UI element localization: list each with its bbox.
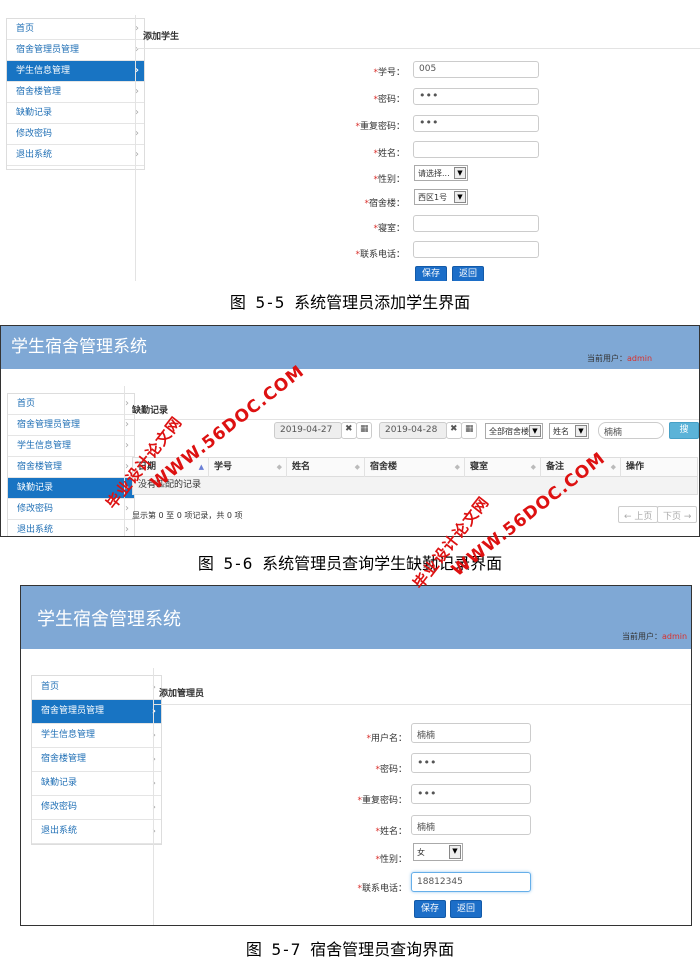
column-header-name[interactable]: 姓名 ◆ [287,458,365,477]
chevron-right-icon: › [125,440,129,451]
app-header: 学生宿舍管理系统 当前用户：admin [21,586,691,649]
name-label: 姓名： [379,827,407,837]
keyword-input[interactable]: 楠楠 [598,422,664,439]
app-header: 学生宿舍管理系统 当前用户：admin [1,326,699,369]
name-label: 姓名： [377,149,405,159]
phone-input[interactable] [413,241,539,258]
name-input[interactable] [413,141,539,158]
clear-date-to-button[interactable]: ✖ [446,422,462,439]
sidebar-item-home[interactable]: 首页 › [7,19,144,40]
sidebar-nav: 首页› 宿舍管理员管理› 学生信息管理› 宿舍楼管理› 缺勤记录› 修改密码› … [31,675,162,845]
phone-label: 联系电话： [361,884,407,894]
phone-input[interactable]: 18812345 [411,872,531,892]
sidebar-item-student-info[interactable]: 学生信息管理 › [8,436,134,457]
sidebar-item-absence[interactable]: 缺勤记录 › [7,103,144,124]
gender-select[interactable]: 女 ▼ [413,843,463,861]
column-header-building[interactable]: 宿舍楼 ◆ [365,458,465,477]
password-confirm-label: 重复密码： [359,122,405,132]
column-header-room[interactable]: 寝室 ◆ [465,458,541,477]
current-user: 当前用户：admin [587,354,653,363]
sidebar-item-home[interactable]: 首页 › [32,676,161,700]
figure-5-6-screenshot: 学生宿舍管理系统 当前用户：admin 首页 › 宿舍管理员管理 › 学生信息管理 ›… [0,325,700,537]
figure-5-7-screenshot: 学生宿舍管理系统 当前用户：admin 首页› 宿舍管理员管理› 学生信息管理›… [20,585,692,926]
username-input[interactable]: 楠楠 [411,723,531,743]
username-label: 用户名： [370,734,407,744]
figure-caption-5-6: 图 5-6 系统管理员查询学生缺勤记录界面 [197,554,503,573]
sidebar-item-absence[interactable]: 缺勤记录 › [32,772,161,796]
clear-date-from-button[interactable]: ✖ [341,422,357,439]
field-filter-select[interactable]: 姓名 ▼ [549,423,589,439]
back-button[interactable]: 返回 [450,900,483,918]
sidebar-item-dorm-admin[interactable]: 宿舍管理员管理› [7,40,144,61]
save-button[interactable]: 保存 [415,266,448,281]
building-select[interactable]: 西区1号 ▼ [414,189,468,205]
student-no-label: 学号： [377,68,405,78]
sidebar-item-change-password[interactable]: 修改密码 › [32,796,161,820]
sidebar-item-student-info[interactable]: 学生信息管理 › [7,61,144,82]
chevron-down-icon: ▼ [529,425,541,437]
sidebar-item-building[interactable]: 宿舍楼管理 › [32,748,161,772]
app-brand: 学生宿舍管理系统 [37,609,181,630]
panel-title: 缺勤记录 [132,406,169,416]
panel-title: 添加管理员 [159,689,205,699]
password-label: 密码： [377,95,405,105]
password-label: 密码： [379,765,407,775]
back-button[interactable]: 返回 [452,266,485,281]
password-confirm-label: 重复密码： [361,796,407,806]
figure-5-5-screenshot: 首页 › 宿舍管理员管理 › 学生信息管理 › 宿舍楼管理 › 缺勤记录 › 修改密码 › … [0,15,700,281]
table-header: 日期 ▲ 学号 ◆ 姓名 ◆ 宿舍楼 ◆ 寝室 ◆ 备注 ◆ 操作 [132,457,698,477]
sidebar-item-logout[interactable]: 退出系统 › [8,520,134,536]
sidebar-item-home[interactable]: 首页 › [8,394,134,415]
password-input[interactable]: ••• [413,88,539,105]
chevron-right-icon: › [125,524,129,535]
pager-info: 显示第 0 至 0 项记录，共 0 项 [132,511,243,520]
sidebar-item-dorm-admin[interactable]: 宿舍管理员管理› [8,415,134,436]
chevron-down-icon: ▼ [454,167,466,179]
date-from-input[interactable]: 2019-04-27 [274,422,342,439]
password-input[interactable]: ••• [411,753,531,773]
sidebar-item-building[interactable]: 宿舍楼管理 › [7,82,144,103]
column-header-student-no[interactable]: 学号 ◆ [209,458,287,477]
column-header-action: 操作 [626,462,645,472]
save-button[interactable]: 保存 [414,900,447,918]
figure-caption-5-7: 图 5-7 宿舍管理员查询界面 [245,940,455,958]
sidebar-nav: 首页› 宿舍管理员管理› 学生信息管理› 宿舍楼管理› 缺勤记录› 修改密码› … [7,393,135,536]
gender-label: 性别： [379,855,407,865]
app-brand: 学生宿舍管理系统 [11,337,147,357]
password-confirm-input[interactable]: ••• [413,115,539,132]
sidebar-nav: 首页› 宿舍管理员管理› 学生信息管理› 宿舍楼管理› 缺勤记录› 修改密码› … [6,18,145,170]
calendar-icon[interactable]: ▦ [356,422,372,439]
table-empty-row: 没有匹配的记录 [132,477,698,495]
next-page-button[interactable]: 下页 → [657,506,697,523]
building-filter-select[interactable]: 全部宿舍楼 ▼ [485,423,543,439]
name-input[interactable]: 楠楠 [411,815,531,835]
chevron-down-icon: ▼ [454,191,466,203]
search-button[interactable]: 搜索 [669,422,699,450]
phone-label: 联系电话： [359,250,405,260]
sidebar-item-logout[interactable]: 退出系统 › [7,145,144,166]
sidebar-item-dorm-admin[interactable]: 宿舍管理员管理› [32,700,161,724]
student-no-input[interactable]: 005 [413,61,539,78]
panel-title: 添加学生 [143,32,180,42]
sidebar-item-building[interactable]: 宿舍楼管理 › [8,457,134,478]
password-confirm-input[interactable]: ••• [411,784,531,804]
figure-caption-5-5: 图 5-5 系统管理员添加学生界面 [229,293,471,312]
building-label: 宿舍楼： [368,199,405,209]
prev-page-button[interactable]: ← 上页 [618,506,658,523]
date-to-input[interactable]: 2019-04-28 [379,422,447,439]
room-label: 寝室： [377,224,405,234]
sidebar-item-change-password[interactable]: 修改密码 › [7,124,144,145]
calendar-icon[interactable]: ▦ [461,422,477,439]
chevron-down-icon: ▼ [449,845,461,859]
current-user: 当前用户：admin [622,632,688,641]
chevron-right-icon: › [125,419,129,430]
gender-select[interactable]: 请选择... ▼ [414,165,468,181]
sidebar-item-logout[interactable]: 退出系统 › [32,820,161,844]
chevron-down-icon: ▼ [575,425,587,437]
sidebar-item-student-info[interactable]: 学生信息管理 › [32,724,161,748]
gender-label: 性别： [377,175,405,185]
chevron-right-icon: › [125,398,129,409]
room-input[interactable] [413,215,539,232]
